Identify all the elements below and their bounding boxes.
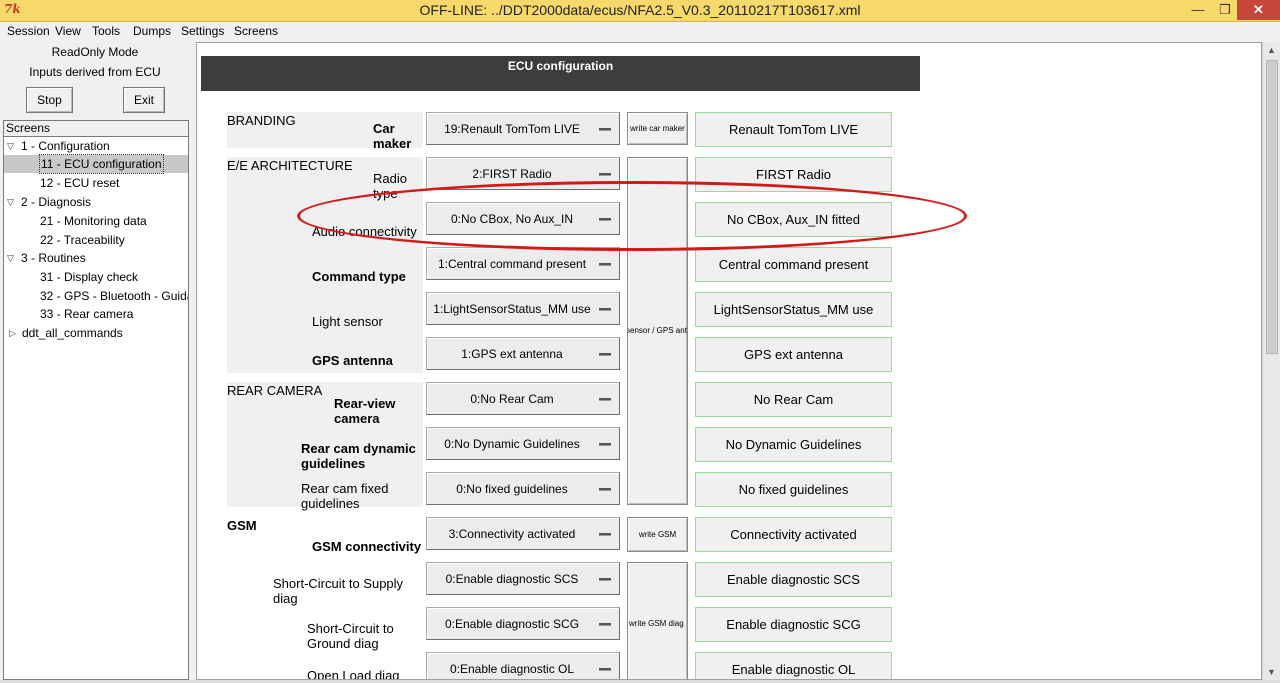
chevron-down-icon[interactable]: ▽ — [7, 249, 14, 267]
window-title: OFF-LINE: ../DDT2000data/ecus/NFA2.5_V0.… — [419, 2, 861, 18]
menu-dumps[interactable]: Dumps — [133, 24, 171, 38]
chevron-right-icon[interactable]: ▷ — [9, 324, 16, 342]
dropdown-arrow-icon — [599, 128, 611, 131]
dropdown-arrow-icon — [599, 353, 611, 356]
dropdown-arrow-icon — [599, 668, 611, 671]
section-ee-architecture: E/E ARCHITECTURE — [227, 158, 353, 173]
combo-gsm-connectivity[interactable]: 3:Connectivity activated — [426, 517, 620, 550]
scrollbar-thumb[interactable] — [1266, 60, 1278, 354]
combo-short-circuit-ground[interactable]: 0:Enable diagnostic SCG — [426, 607, 620, 640]
chevron-down-icon[interactable]: ▽ — [7, 193, 14, 211]
write-car-maker-button[interactable]: write car maker — [627, 112, 688, 145]
combo-rear-cam-fixed[interactable]: 0:No fixed guidelines — [426, 472, 620, 505]
value-short-circuit-ground: Enable diagnostic SCG — [695, 607, 892, 642]
dropdown-arrow-icon — [599, 488, 611, 491]
label-open-load: Open Load diag — [307, 668, 400, 680]
combo-gps-antenna[interactable]: 1:GPS ext antenna — [426, 337, 620, 370]
scroll-down-icon[interactable]: ▼ — [1263, 664, 1280, 680]
tree-node-ddt-all-commands[interactable]: ▷ ddt_all_commands — [4, 324, 188, 342]
value-command-type: Central command present — [695, 247, 892, 282]
combo-rear-cam-dynamic[interactable]: 0:No Dynamic Guidelines — [426, 427, 620, 460]
combo-rear-view-camera[interactable]: 0:No Rear Cam — [426, 382, 620, 415]
combo-light-sensor[interactable]: 1:LightSensorStatus_MM use — [426, 292, 620, 325]
combo-short-circuit-supply[interactable]: 0:Enable diagnostic SCS — [426, 562, 620, 595]
label-rear-view-camera: Rear-view camera — [334, 396, 396, 426]
value-short-circuit-supply: Enable diagnostic SCS — [695, 562, 892, 597]
combo-car-maker[interactable]: 19:Renault TomTom LIVE — [426, 112, 620, 145]
dropdown-arrow-icon — [599, 443, 611, 446]
value-open-load: Enable diagnostic OL — [695, 652, 892, 679]
value-car-maker: Renault TomTom LIVE — [695, 112, 892, 147]
label-command-type: Command type — [312, 269, 406, 284]
tree-node-routines[interactable]: ▽ 3 - Routines — [4, 249, 188, 267]
value-gsm-connectivity: Connectivity activated — [695, 517, 892, 552]
section-rear-camera: REAR CAMERA — [227, 383, 323, 398]
close-icon[interactable]: ✕ — [1237, 0, 1280, 20]
value-light-sensor: LightSensorStatus_MM use — [695, 292, 892, 327]
maximize-icon[interactable]: ❐ — [1212, 0, 1238, 20]
menu-screens[interactable]: Screens — [234, 24, 278, 38]
label-short-circuit-supply: Short-Circuit to Supply diag — [273, 576, 404, 606]
screens-header: Screens — [3, 120, 189, 136]
main-frame: ECU configuration BRANDING E/E ARCHITECT… — [196, 42, 1262, 680]
menu-tools[interactable]: Tools — [92, 24, 120, 38]
tree-node-configuration[interactable]: ▽ 1 - Configuration — [4, 137, 188, 155]
vertical-scrollbar[interactable]: ▲ ▼ — [1262, 42, 1280, 680]
section-gsm: GSM — [227, 518, 257, 533]
tree-node-display-check[interactable]: 31 - Display check — [4, 268, 188, 286]
dropdown-arrow-icon — [599, 623, 611, 626]
annotation-ellipse — [297, 181, 967, 251]
exit-button[interactable]: Exit — [123, 87, 165, 113]
value-rear-cam-dynamic: No Dynamic Guidelines — [695, 427, 892, 462]
minimize-icon[interactable]: — — [1185, 0, 1211, 20]
title-bar: 7k OFF-LINE: ../DDT2000data/ecus/NFA2.5_… — [0, 0, 1280, 22]
combo-command-type[interactable]: 1:Central command present — [426, 247, 620, 280]
left-panel: ReadOnly Mode Inputs derived from ECU St… — [0, 40, 192, 680]
dropdown-arrow-icon — [599, 398, 611, 401]
stop-button[interactable]: Stop — [26, 87, 73, 113]
inputs-source-label: Inputs derived from ECU — [29, 65, 161, 79]
dropdown-arrow-icon — [599, 263, 611, 266]
menu-view[interactable]: View — [55, 24, 81, 38]
tree-node-rear-camera[interactable]: 33 - Rear camera — [4, 305, 188, 323]
screens-tree[interactable]: ▽ 1 - Configuration 11 - ECU configurati… — [3, 136, 189, 680]
tree-node-traceability[interactable]: 22 - Traceability — [4, 231, 188, 249]
dropdown-arrow-icon — [599, 578, 611, 581]
dropdown-arrow-icon — [599, 533, 611, 536]
scroll-up-icon[interactable]: ▲ — [1263, 42, 1280, 58]
tree-node-gps-bluetooth-guidance[interactable]: 32 - GPS - Bluetooth - Guidance — [4, 287, 188, 305]
page-title: ECU configuration — [201, 56, 920, 91]
label-short-circuit-ground: Short-Circuit to Ground diag — [307, 621, 394, 651]
value-rear-view-camera: No Rear Cam — [695, 382, 892, 417]
label-gsm-connectivity: GSM connectivity — [312, 539, 422, 554]
label-car-maker: Car maker — [373, 121, 412, 151]
chevron-down-icon[interactable]: ▽ — [7, 137, 14, 155]
label-light-sensor: Light sensor — [312, 314, 383, 329]
menu-settings[interactable]: Settings — [181, 24, 224, 38]
menu-session[interactable]: Session — [7, 24, 50, 38]
value-rear-cam-fixed: No fixed guidelines — [695, 472, 892, 507]
dropdown-arrow-icon — [599, 308, 611, 311]
write-gsm-button[interactable]: write GSM — [627, 517, 688, 552]
dropdown-arrow-icon — [599, 173, 611, 176]
menu-bar: Session View Tools Dumps Settings Screen… — [0, 22, 1280, 40]
readonly-mode-label: ReadOnly Mode — [51, 45, 139, 59]
tree-node-monitoring-data[interactable]: 21 - Monitoring data — [4, 212, 188, 230]
tree-node-ecu-reset[interactable]: 12 - ECU reset — [4, 174, 188, 192]
tree-node-ecu-configuration[interactable]: 11 - ECU configuration — [4, 154, 188, 174]
section-branding: BRANDING — [227, 113, 296, 128]
label-rear-cam-fixed: Rear cam fixed guidelines — [301, 481, 389, 511]
combo-open-load[interactable]: 0:Enable diagnostic OL — [426, 652, 620, 679]
label-rear-cam-dynamic: Rear cam dynamic guidelines — [301, 441, 416, 471]
label-gps-antenna: GPS antenna — [312, 353, 393, 368]
write-gsm-diag-button[interactable]: write GSM diag — [627, 562, 688, 679]
tree-node-diagnosis[interactable]: ▽ 2 - Diagnosis — [4, 193, 188, 211]
value-gps-antenna: GPS ext antenna — [695, 337, 892, 372]
